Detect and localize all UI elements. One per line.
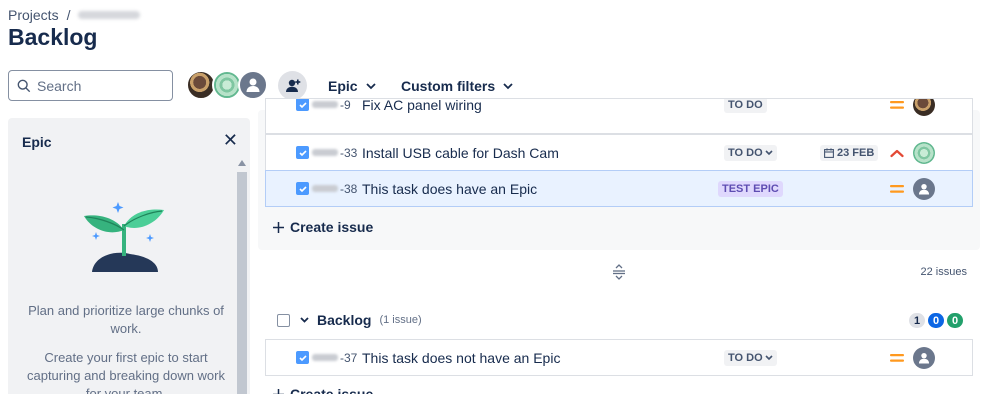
todo-count-badge: 1 (909, 313, 925, 328)
checkmark-icon (298, 354, 307, 361)
epic-panel: Epic ✕ Plan and prioritize large chunks … (8, 118, 250, 394)
scrollbar-thumb[interactable] (237, 172, 247, 394)
status-dropdown[interactable]: TO DO (724, 144, 777, 161)
plus-icon (273, 388, 284, 394)
page-title: Backlog (8, 24, 98, 50)
chevron-down-icon (365, 82, 376, 89)
epic-filter-label: Epic (328, 78, 358, 94)
epic-filter-dropdown[interactable]: Epic (328, 78, 376, 94)
issue-summary[interactable]: This task does not have an Epic (362, 350, 560, 366)
status-dropdown[interactable]: TO DO (724, 99, 767, 113)
add-people-button[interactable] (278, 71, 307, 100)
add-user-icon (285, 79, 300, 92)
issue-key-project-redacted (312, 101, 338, 108)
user-icon (918, 352, 930, 363)
backlog-label: Backlog (317, 312, 372, 328)
plus-icon (273, 221, 284, 233)
checkmark-icon (298, 101, 307, 108)
breadcrumb-project-name-redacted[interactable] (78, 11, 141, 19)
chevron-down-icon (765, 354, 773, 360)
done-count-badge: 0 (947, 313, 963, 328)
priority-medium-icon (890, 353, 904, 362)
checkbox[interactable] (296, 146, 309, 159)
assignee-avatar[interactable] (913, 177, 935, 200)
issue-summary[interactable]: Fix AC panel wiring (362, 99, 482, 113)
epic-panel-scrollbar[interactable] (236, 158, 248, 394)
issue-summary[interactable]: Install USB cable for Dash Cam (362, 145, 559, 161)
backlog-issue-count: (1 issue) (379, 314, 422, 326)
search-input[interactable] (37, 77, 157, 94)
issue-row[interactable]: -9 Fix AC panel wiring TO DO (265, 98, 973, 134)
chevron-down-icon[interactable] (300, 317, 309, 323)
issue-key-project-redacted (312, 185, 338, 192)
assignee-avatar[interactable] (913, 141, 935, 164)
avatar-group (186, 70, 268, 100)
backlog-header[interactable]: Backlog (1 issue) (277, 312, 422, 328)
in-progress-count-badge: 0 (928, 313, 944, 328)
breadcrumb-separator: / (66, 7, 71, 23)
epic-lozenge[interactable]: TEST EPIC (718, 180, 783, 197)
chevron-down-icon (765, 149, 773, 155)
issue-row[interactable]: -38 This task does have an Epic TEST EPI… (265, 170, 973, 207)
issue-summary[interactable]: This task does have an Epic (362, 181, 537, 197)
sprout-illustration (84, 202, 164, 272)
chevron-down-icon (503, 82, 513, 89)
issue-key-project-redacted (312, 354, 338, 361)
create-issue-button[interactable]: Create issue (273, 386, 373, 394)
issue-key[interactable]: -33 (312, 146, 357, 160)
issue-count: 22 issues (920, 266, 967, 278)
custom-filters-dropdown[interactable]: Custom filters (401, 78, 513, 94)
epic-panel-title: Epic (22, 134, 52, 150)
issue-row[interactable]: -33 Install USB cable for Dash Cam TO DO… (265, 134, 973, 171)
checkbox[interactable] (296, 99, 309, 111)
checkmark-icon (298, 185, 307, 192)
assignee-avatar[interactable] (913, 346, 935, 369)
search-box[interactable] (8, 70, 173, 101)
avatar[interactable] (238, 70, 268, 100)
calendar-icon (824, 147, 834, 158)
priority-high-icon (890, 149, 904, 157)
scroll-up-arrow[interactable] (238, 160, 246, 166)
issue-key[interactable]: -9 (312, 99, 351, 112)
issue-key-project-redacted (312, 149, 338, 156)
custom-filters-label: Custom filters (401, 78, 496, 94)
search-icon (17, 79, 31, 92)
status-dropdown[interactable]: TO DO (724, 349, 777, 366)
checkmark-icon (298, 149, 307, 156)
issue-key[interactable]: -38 (312, 182, 357, 196)
due-date-badge: 23 FEB (820, 144, 879, 161)
backlog-checkbox[interactable] (277, 313, 290, 327)
close-icon[interactable]: ✕ (223, 130, 238, 151)
user-icon (918, 183, 930, 194)
issue-key[interactable]: -37 (312, 351, 357, 365)
issue-row[interactable]: -37 This task does not have an Epic TO D… (265, 339, 973, 376)
create-issue-label: Create issue (290, 386, 374, 394)
create-issue-label: Create issue (290, 219, 374, 235)
resize-handle-icon[interactable] (612, 264, 626, 280)
create-issue-button[interactable]: Create issue (273, 219, 373, 235)
priority-medium-icon (890, 184, 904, 193)
status-summary-badges: 1 0 0 (909, 313, 963, 328)
epic-panel-description: Plan and prioritize large chunks of work… (28, 303, 224, 336)
assignee-avatar[interactable] (913, 99, 935, 116)
user-icon (246, 78, 260, 92)
epic-panel-description: Create your first epic to start capturin… (26, 350, 225, 394)
priority-medium-icon (890, 100, 904, 109)
checkbox[interactable] (296, 351, 309, 364)
checkbox[interactable] (296, 182, 309, 195)
breadcrumb: Projects / (8, 7, 141, 23)
breadcrumb-projects-link[interactable]: Projects (8, 7, 59, 23)
